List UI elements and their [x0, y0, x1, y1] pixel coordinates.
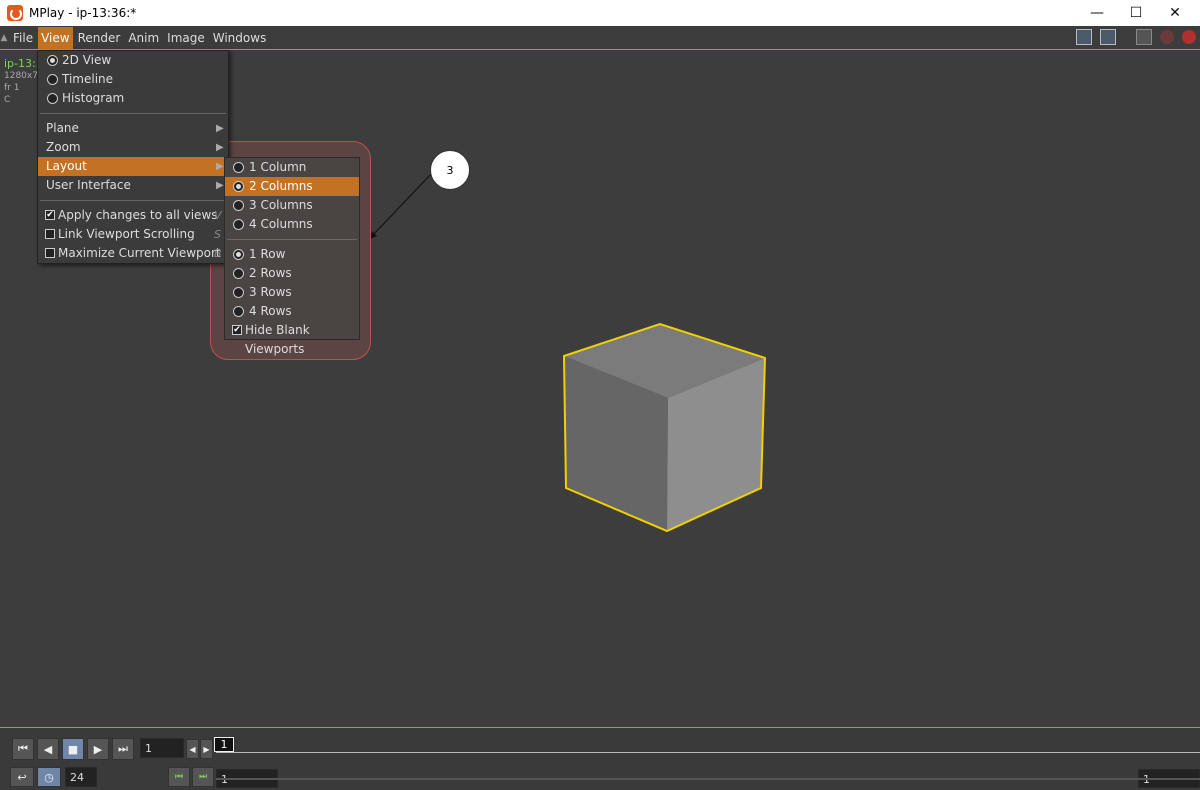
hide-blank-viewports[interactable]: ✔ Hide Blank Viewports — [225, 321, 359, 356]
submenu-zoom[interactable]: Zoom ▶ — [38, 138, 228, 157]
edit-view-icon[interactable] — [1100, 29, 1116, 45]
submenu-plane[interactable]: Plane ▶ — [38, 119, 228, 138]
checkbox-icon — [45, 229, 55, 239]
toolbar-grip-icon[interactable]: ▲ — [0, 26, 8, 50]
radio-icon — [47, 93, 58, 104]
menu-file[interactable]: File — [10, 27, 36, 49]
radio-icon — [233, 249, 244, 260]
menu-anim[interactable]: Anim — [125, 27, 162, 49]
layout-1-row[interactable]: 1 Row — [225, 245, 359, 264]
view-mode-histogram[interactable]: Histogram — [38, 89, 228, 108]
timeline-track[interactable] — [216, 752, 1200, 753]
step-forward-icon[interactable]: ▶ — [200, 739, 213, 759]
menu-divider — [227, 239, 357, 240]
radio-icon — [233, 181, 244, 192]
range-slider[interactable] — [216, 778, 1200, 780]
checkbox-icon — [45, 248, 55, 258]
submenu-arrow-icon: ▶ — [216, 123, 224, 134]
fit-view-icon[interactable] — [1076, 29, 1092, 45]
submenu-user-interface[interactable]: User Interface ▶ — [38, 176, 228, 195]
menu-render[interactable]: Render — [75, 27, 124, 49]
radio-icon — [233, 200, 244, 211]
radio-icon — [233, 287, 244, 298]
layout-3-rows[interactable]: 3 Rows — [225, 283, 359, 302]
layout-4-rows[interactable]: 4 Rows — [225, 302, 359, 321]
cube-render — [562, 322, 767, 533]
radio-icon — [233, 162, 244, 173]
timeline-frame-marker[interactable]: 1 — [214, 737, 234, 752]
radio-icon — [233, 306, 244, 317]
option-maximize-viewport[interactable]: Maximize Current Viewport B — [38, 244, 228, 263]
radio-icon — [47, 55, 58, 66]
callout-number: 3 — [430, 150, 470, 190]
houdini-app-icon — [7, 5, 23, 21]
view-mode-2d[interactable]: 2D View — [38, 51, 228, 70]
radio-icon — [47, 74, 58, 85]
submenu-arrow-icon: ▶ — [216, 161, 224, 172]
viewport-divider — [0, 727, 1200, 728]
menu-divider — [40, 113, 226, 114]
option-link-scrolling[interactable]: Link Viewport Scrolling S — [38, 225, 228, 244]
checkbox-icon: ✔ — [232, 325, 242, 335]
snapshot-icon[interactable] — [1136, 29, 1152, 45]
layout-3-columns[interactable]: 3 Columns — [225, 196, 359, 215]
toolbar-icons — [1076, 29, 1196, 45]
fps-field[interactable]: 24 — [65, 767, 97, 787]
layout-2-columns[interactable]: 2 Columns — [225, 177, 359, 196]
submenu-arrow-icon: ▶ — [216, 180, 224, 191]
layout-4-columns[interactable]: 4 Columns — [225, 215, 359, 234]
jump-end-icon[interactable]: ⏭ — [112, 738, 134, 760]
menu-divider — [40, 200, 226, 201]
submenu-arrow-icon: ▶ — [216, 142, 224, 153]
layout-2-rows[interactable]: 2 Rows — [225, 264, 359, 283]
option-apply-all-views[interactable]: ✔ Apply changes to all views V — [38, 206, 228, 225]
view-mode-timeline[interactable]: Timeline — [38, 70, 228, 89]
set-start-icon[interactable]: ⏮ — [168, 767, 190, 787]
play-reverse-icon[interactable]: ◀ — [37, 738, 59, 760]
set-end-icon[interactable]: ⏭ — [192, 767, 214, 787]
loop-mode-icon[interactable]: ↩ — [10, 767, 34, 787]
radio-icon — [233, 268, 244, 279]
layout-1-column[interactable]: 1 Column — [225, 158, 359, 177]
radio-icon — [233, 219, 244, 230]
view-menu-dropdown: 2D View Timeline Histogram Plane ▶ Zoom … — [37, 50, 229, 264]
jump-start-icon[interactable]: ⏮ — [12, 738, 34, 760]
play-forward-icon[interactable]: ▶ — [87, 738, 109, 760]
close-button[interactable]: ✕ — [1152, 0, 1198, 26]
layout-submenu: 1 Column 2 Columns 3 Columns 4 Columns 1… — [224, 157, 360, 356]
menu-windows[interactable]: Windows — [210, 27, 270, 49]
current-frame-field[interactable]: 1 — [140, 738, 184, 758]
menu-image[interactable]: Image — [164, 27, 208, 49]
record-icon[interactable] — [1182, 30, 1196, 44]
menu-view[interactable]: View — [38, 26, 73, 49]
title-bar: MPlay - ip-13:36:* — ☐ ✕ — [0, 0, 1200, 26]
menu-bar: ▲ File View Render Anim Image Windows — [0, 26, 1200, 50]
stop-icon[interactable]: ■ — [62, 738, 84, 760]
window-title: MPlay - ip-13:36:* — [29, 6, 137, 20]
checkbox-icon: ✔ — [45, 210, 55, 220]
realtime-icon[interactable]: ◷ — [37, 767, 61, 787]
stop-render-icon[interactable] — [1160, 30, 1174, 44]
submenu-layout[interactable]: Layout ▶ — [38, 157, 228, 176]
step-back-icon[interactable]: ◀ — [186, 739, 199, 759]
